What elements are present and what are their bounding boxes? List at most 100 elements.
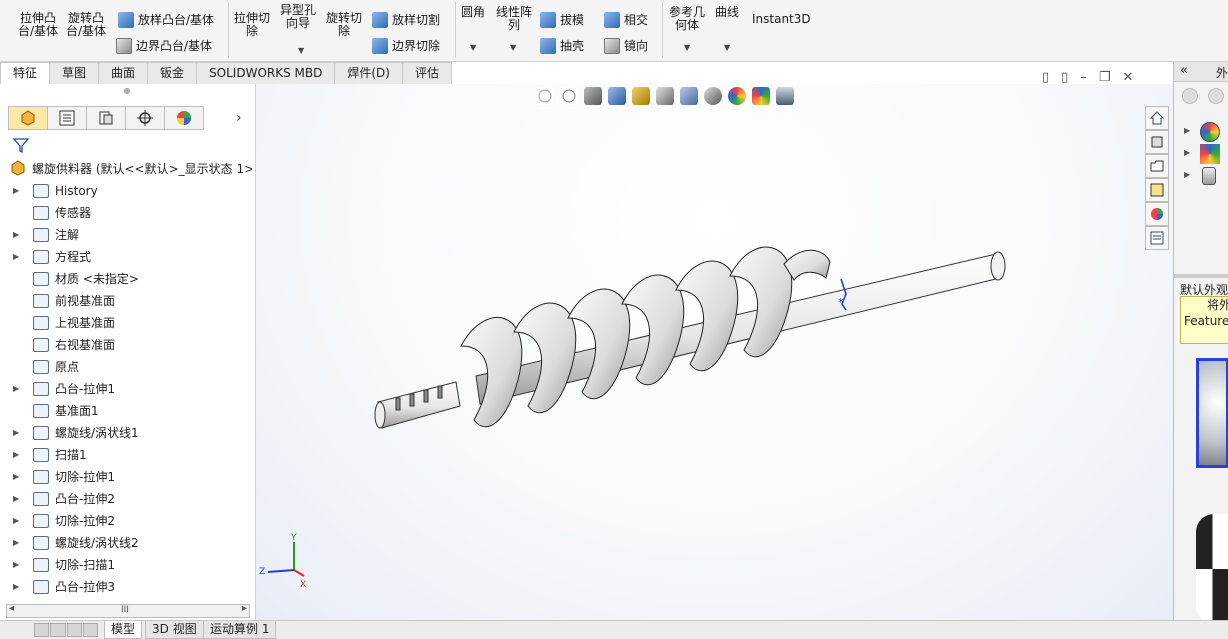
tree-item[interactable]: 右视基准面 (0, 334, 255, 356)
tab-property-manager[interactable] (47, 106, 87, 130)
fillet-dropdown-icon[interactable]: ▼ (470, 43, 476, 52)
extrude-cut-button[interactable]: 拉伸切 除 (234, 12, 270, 38)
panel-more-chevron-icon[interactable]: › (236, 110, 242, 126)
revolve-boss-button[interactable]: 旋转凸 台/基体 (66, 12, 106, 38)
intersect-button[interactable]: 相交 (604, 11, 648, 28)
tree-item[interactable]: ▶ 凸台-拉伸1 (0, 378, 255, 400)
file-explorer-icon[interactable] (1145, 154, 1169, 178)
tab-sketch[interactable]: 草图 (49, 62, 100, 84)
expand-arrow-icon[interactable]: ▶ (13, 246, 19, 268)
tab-feature-manager[interactable] (8, 106, 48, 130)
expand-arrow-icon[interactable]: ▶ (1184, 148, 1190, 157)
tab-surfaces[interactable]: 曲面 (98, 62, 149, 84)
tree-item[interactable]: ▶ History (0, 180, 255, 202)
graphics-area[interactable]: ▯ ▯ – ❐ ✕ * Y Z X (256, 70, 1173, 620)
maximize-icon[interactable]: ❐ (1099, 70, 1111, 85)
boundary-boss-button[interactable]: 边界凸台/基体 (116, 37, 212, 54)
view-palette-icon[interactable] (1145, 178, 1169, 202)
loft-boss-button[interactable]: 放样凸台/基体 (118, 11, 214, 28)
tree-horizontal-scrollbar[interactable]: ◂ III ▸ (6, 603, 250, 618)
hole-wizard-dropdown-icon[interactable]: ▼ (298, 46, 304, 55)
expand-arrow-icon[interactable]: ▶ (13, 488, 19, 510)
back-icon[interactable] (1182, 88, 1198, 104)
tree-item[interactable]: 材质 <未指定> (0, 268, 255, 290)
instant3d-button[interactable]: Instant3D (752, 13, 811, 26)
fillet-button[interactable]: 圆角 (461, 6, 485, 19)
tab-mbd[interactable]: SOLIDWORKS MBD (196, 62, 336, 84)
tree-item[interactable]: 原点 (0, 356, 255, 378)
extrude-boss-button[interactable]: 拉伸凸 台/基体 (18, 12, 58, 38)
tab-display-manager[interactable] (164, 106, 204, 130)
panel-grip-icon[interactable] (124, 88, 130, 94)
tab-model[interactable]: 模型 (104, 621, 143, 639)
restore-tile-icon[interactable]: ▯ (1061, 70, 1068, 85)
revolve-cut-button[interactable]: 旋转切 除 (326, 12, 362, 38)
collapse-task-pane-button[interactable]: « (1180, 63, 1188, 78)
tree-root-part[interactable]: 螺旋供料器 (默认<<默认>_显示状态 1> (32, 160, 252, 178)
hole-wizard-button[interactable]: 异型孔 向导 (280, 4, 316, 30)
tree-item[interactable]: ▶ 螺旋线/涡状线1 (0, 422, 255, 444)
reference-geometry-dropdown-icon[interactable]: ▼ (684, 43, 690, 52)
expand-arrow-icon[interactable]: ▶ (1184, 126, 1190, 135)
loft-cut-button[interactable]: 放样切割 (372, 11, 440, 28)
design-library-icon[interactable] (1145, 130, 1169, 154)
tab-dimxpert-manager[interactable] (125, 106, 165, 130)
last-tab-icon[interactable] (82, 623, 98, 637)
scenes-folder-icon[interactable] (1200, 144, 1220, 164)
expand-arrow-icon[interactable]: ▶ (1184, 170, 1190, 179)
curves-dropdown-icon[interactable]: ▼ (724, 43, 730, 52)
appearances-icon[interactable] (1145, 202, 1169, 226)
tab-sheet-metal[interactable]: 钣金 (147, 62, 198, 84)
shell-button[interactable]: 抽壳 (540, 37, 584, 54)
expand-arrow-icon[interactable]: ▶ (13, 378, 19, 400)
expand-arrow-icon[interactable]: ▶ (13, 576, 19, 598)
scroll-thumb-grip[interactable]: III (121, 605, 129, 615)
boundary-cut-button[interactable]: 边界切除 (372, 37, 440, 54)
tree-item[interactable]: ▶ 切除-拉伸2 (0, 510, 255, 532)
reference-geometry-button[interactable]: 参考几 何体 (669, 6, 705, 32)
linear-pattern-button[interactable]: 线性阵 列 (496, 6, 532, 32)
tree-item[interactable]: ▶ 切除-拉伸1 (0, 466, 255, 488)
tree-item[interactable]: 基准面1 (0, 400, 255, 422)
expand-arrow-icon[interactable]: ▶ (13, 532, 19, 554)
tab-motion-study[interactable]: 运动算例 1 (203, 621, 277, 639)
tab-3d-views[interactable]: 3D 视图 (145, 621, 204, 639)
scroll-right-icon[interactable]: ▸ (242, 603, 247, 614)
appearance-swatch-checker[interactable] (1196, 514, 1228, 624)
tree-item[interactable]: 传感器 (0, 202, 255, 224)
tab-features[interactable]: 特征 (0, 62, 51, 84)
curves-button[interactable]: 曲线 (715, 6, 739, 19)
expand-arrow-icon[interactable]: ▶ (13, 510, 19, 532)
tab-weldments[interactable]: 焊件(D) (334, 62, 403, 84)
draft-button[interactable]: 拔模 (540, 11, 584, 28)
pane-splitter[interactable] (1174, 274, 1228, 278)
expand-arrow-icon[interactable]: ▶ (13, 554, 19, 576)
appearances-folder-icon[interactable] (1200, 122, 1220, 142)
restore-tile-icon[interactable]: ▯ (1042, 70, 1049, 85)
tree-item[interactable]: ▶ 切除-扫描1 (0, 554, 255, 576)
tree-item[interactable]: ▶ 凸台-拉伸2 (0, 488, 255, 510)
tab-configuration-manager[interactable] (86, 106, 126, 130)
decals-folder-icon[interactable] (1202, 167, 1216, 185)
tree-item[interactable]: ▶ 扫描1 (0, 444, 255, 466)
prev-tab-icon[interactable] (50, 623, 66, 637)
forward-icon[interactable] (1208, 88, 1224, 104)
expand-arrow-icon[interactable]: ▶ (13, 422, 19, 444)
screw-conveyor-model[interactable]: * Y Z X (256, 84, 1173, 620)
tab-evaluate[interactable]: 评估 (401, 62, 452, 84)
home-icon[interactable] (1145, 106, 1169, 130)
tree-item[interactable]: ▶ 凸台-拉伸3 (0, 576, 255, 598)
linear-pattern-dropdown-icon[interactable]: ▼ (510, 43, 516, 52)
minimize-icon[interactable]: – (1080, 70, 1087, 85)
scroll-left-icon[interactable]: ◂ (9, 603, 14, 614)
next-tab-icon[interactable] (66, 623, 82, 637)
appearance-swatch-selected[interactable] (1196, 358, 1228, 468)
close-icon[interactable]: ✕ (1122, 70, 1133, 85)
expand-arrow-icon[interactable]: ▶ (13, 180, 19, 202)
expand-arrow-icon[interactable]: ▶ (13, 444, 19, 466)
expand-arrow-icon[interactable]: ▶ (13, 224, 19, 246)
tree-item[interactable]: 上视基准面 (0, 312, 255, 334)
filter-icon[interactable] (12, 136, 30, 157)
tree-item[interactable]: 前视基准面 (0, 290, 255, 312)
tree-item[interactable]: ▶ 方程式 (0, 246, 255, 268)
